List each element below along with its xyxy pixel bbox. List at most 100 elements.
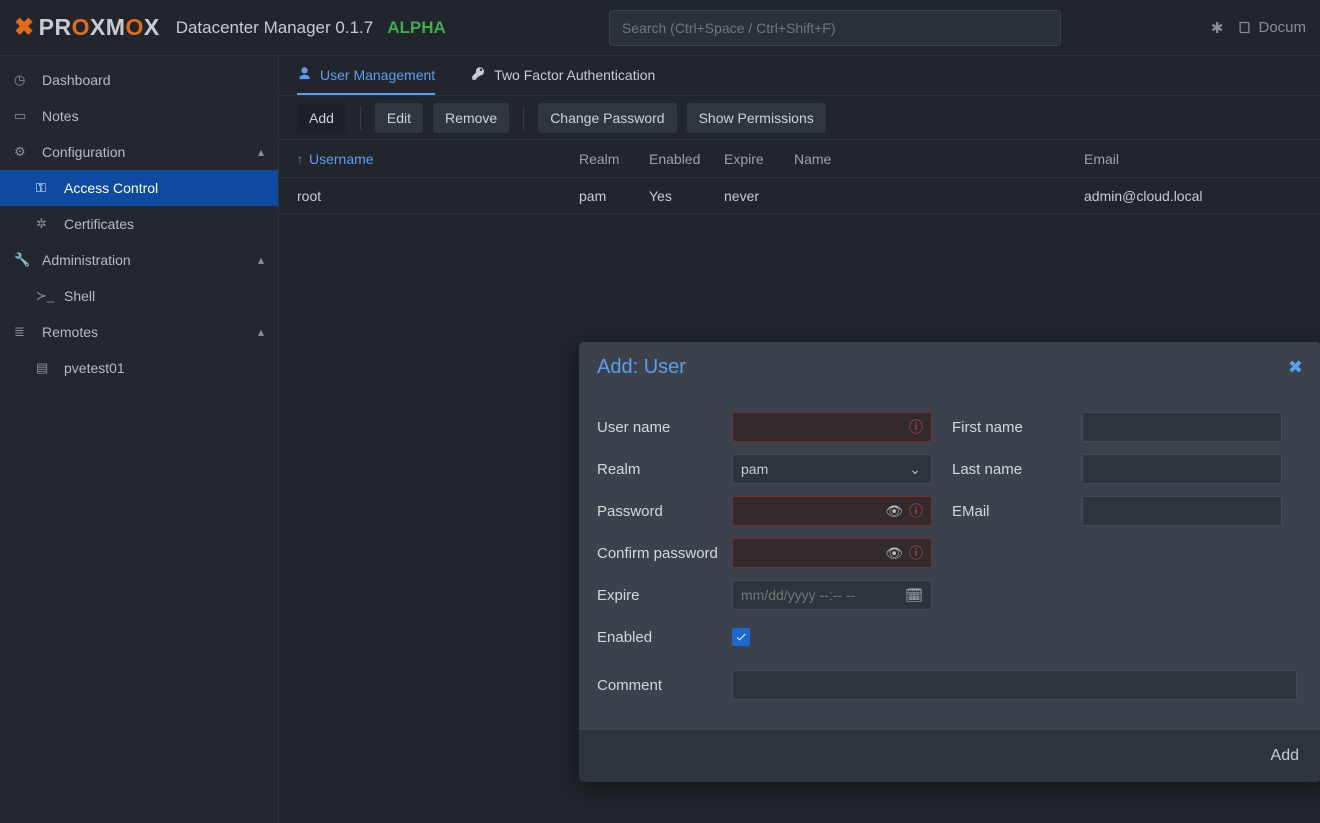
email-field[interactable] bbox=[1082, 496, 1282, 526]
comment-field[interactable] bbox=[732, 670, 1297, 700]
table-row[interactable]: root pam Yes never admin@cloud.local bbox=[279, 178, 1320, 214]
dialog-title: Add: User bbox=[597, 356, 686, 379]
lastname-field[interactable] bbox=[1082, 454, 1282, 484]
label-email: EMail bbox=[952, 503, 1082, 520]
sidebar-item-label: pvetest01 bbox=[64, 360, 125, 376]
book-icon bbox=[1237, 20, 1252, 35]
notes-icon: ▭ bbox=[14, 108, 34, 124]
label-lastname: Last name bbox=[952, 461, 1082, 478]
col-realm[interactable]: Realm bbox=[579, 151, 649, 167]
firstname-input[interactable] bbox=[1091, 419, 1273, 435]
change-password-button[interactable]: Change Password bbox=[538, 103, 676, 133]
user-icon bbox=[297, 66, 312, 84]
app-title: Datacenter Manager 0.1.7 bbox=[176, 18, 374, 38]
cell-username: root bbox=[279, 188, 579, 204]
label-comment: Comment bbox=[597, 677, 732, 694]
dialog-add-button[interactable]: Add bbox=[1271, 747, 1299, 765]
sidebar-item-remotes[interactable]: ≣ Remotes ▴ bbox=[0, 314, 278, 350]
dialog-header: Add: User ✖ bbox=[579, 342, 1320, 392]
gear-icon[interactable]: ✱ bbox=[1211, 19, 1224, 37]
sidebar-item-label: Dashboard bbox=[42, 72, 111, 88]
remotes-icon: ≣ bbox=[14, 324, 34, 340]
sidebar-item-label: Administration bbox=[42, 252, 131, 268]
lastname-input[interactable] bbox=[1091, 461, 1273, 477]
label-confirm-password: Confirm password bbox=[597, 545, 732, 562]
cell-realm: pam bbox=[579, 188, 649, 204]
sidebar-item-access-control[interactable]: ⚿ Access Control bbox=[0, 170, 278, 206]
tab-user-management[interactable]: User Management bbox=[297, 56, 435, 95]
cert-icon: ✲ bbox=[36, 216, 56, 232]
username-field[interactable]: ⓘ bbox=[732, 412, 932, 442]
realm-select[interactable]: pam ⌄ bbox=[732, 454, 932, 484]
comment-input[interactable] bbox=[741, 677, 1288, 693]
enabled-checkbox[interactable] bbox=[732, 628, 750, 646]
label-expire: Expire bbox=[597, 587, 732, 604]
documentation-link[interactable]: Docum bbox=[1237, 19, 1306, 36]
col-expire[interactable]: Expire bbox=[724, 151, 794, 167]
sidebar-item-shell[interactable]: ≻_ Shell bbox=[0, 278, 278, 314]
server-icon: ▤ bbox=[36, 360, 56, 376]
sidebar-item-notes[interactable]: ▭ Notes bbox=[0, 98, 278, 134]
chevron-up-icon: ▴ bbox=[258, 325, 264, 339]
sidebar: ◷ Dashboard ▭ Notes ⚙ Configuration ▴ ⚿ … bbox=[0, 56, 279, 823]
warning-icon: ⓘ bbox=[909, 417, 923, 437]
email-input[interactable] bbox=[1091, 503, 1273, 519]
expire-field[interactable]: 🗓 bbox=[732, 580, 932, 610]
app-header: ✖ PROXMOX Datacenter Manager 0.1.7 ALPHA… bbox=[0, 0, 1320, 56]
label-realm: Realm bbox=[597, 461, 732, 478]
sidebar-item-dashboard[interactable]: ◷ Dashboard bbox=[0, 62, 278, 98]
sort-asc-icon: ↑ bbox=[297, 152, 303, 166]
logo-x-icon: ✖ bbox=[14, 13, 35, 42]
add-button[interactable]: Add bbox=[297, 103, 346, 133]
label-username: User name bbox=[597, 419, 732, 436]
col-name[interactable]: Name bbox=[794, 151, 1074, 167]
tabs: User Management Two Factor Authenticatio… bbox=[279, 56, 1320, 96]
grid-header: ↑Username Realm Enabled Expire Name Emai… bbox=[279, 140, 1320, 178]
key-icon bbox=[471, 66, 486, 84]
warning-icon: ⓘ bbox=[909, 543, 923, 563]
col-email[interactable]: Email bbox=[1074, 151, 1320, 167]
sidebar-item-label: Notes bbox=[42, 108, 79, 124]
proxmox-logo: ✖ PROXMOX bbox=[14, 13, 160, 42]
sidebar-item-configuration[interactable]: ⚙ Configuration ▴ bbox=[0, 134, 278, 170]
add-user-dialog: Add: User ✖ User name ⓘ Realm bbox=[579, 342, 1320, 782]
col-enabled[interactable]: Enabled bbox=[649, 151, 724, 167]
wrench-icon: 🔧 bbox=[14, 252, 34, 268]
search-input[interactable] bbox=[609, 10, 1061, 46]
remove-button[interactable]: Remove bbox=[433, 103, 509, 133]
toolbar: Add Edit Remove Change Password Show Per… bbox=[279, 96, 1320, 140]
sidebar-item-label: Shell bbox=[64, 288, 95, 304]
cell-expire: never bbox=[724, 188, 794, 204]
sidebar-item-label: Configuration bbox=[42, 144, 125, 160]
confirm-password-field[interactable]: 👁 ⓘ bbox=[732, 538, 932, 568]
close-icon[interactable]: ✖ bbox=[1288, 357, 1303, 378]
dashboard-icon: ◷ bbox=[14, 72, 34, 88]
stage-badge: ALPHA bbox=[387, 18, 446, 38]
expire-input[interactable] bbox=[741, 587, 923, 603]
toolbar-separator bbox=[523, 106, 524, 130]
edit-button[interactable]: Edit bbox=[375, 103, 423, 133]
firstname-field[interactable] bbox=[1082, 412, 1282, 442]
cell-enabled: Yes bbox=[649, 188, 724, 204]
cogs-icon: ⚙ bbox=[14, 144, 34, 160]
search-box bbox=[609, 10, 1061, 46]
username-input[interactable] bbox=[741, 419, 923, 435]
calendar-icon[interactable]: 🗓 bbox=[905, 587, 923, 604]
sidebar-item-label: Access Control bbox=[64, 180, 158, 196]
sidebar-item-pvetest01[interactable]: ▤ pvetest01 bbox=[0, 350, 278, 386]
label-firstname: First name bbox=[952, 419, 1082, 436]
eye-icon[interactable]: 👁 bbox=[885, 545, 903, 562]
dialog-footer: Add bbox=[579, 730, 1320, 782]
col-username[interactable]: ↑Username bbox=[279, 151, 579, 167]
password-field[interactable]: 👁 ⓘ bbox=[732, 496, 932, 526]
chevron-up-icon: ▴ bbox=[258, 145, 264, 159]
realm-dropdown[interactable]: pam bbox=[741, 461, 923, 477]
sidebar-item-certificates[interactable]: ✲ Certificates bbox=[0, 206, 278, 242]
tab-label: User Management bbox=[320, 67, 435, 83]
tab-two-factor-auth[interactable]: Two Factor Authentication bbox=[471, 56, 655, 95]
chevron-up-icon: ▴ bbox=[258, 253, 264, 267]
sidebar-item-administration[interactable]: 🔧 Administration ▴ bbox=[0, 242, 278, 278]
show-permissions-button[interactable]: Show Permissions bbox=[687, 103, 826, 133]
eye-icon[interactable]: 👁 bbox=[885, 503, 903, 520]
label-enabled: Enabled bbox=[597, 629, 732, 646]
